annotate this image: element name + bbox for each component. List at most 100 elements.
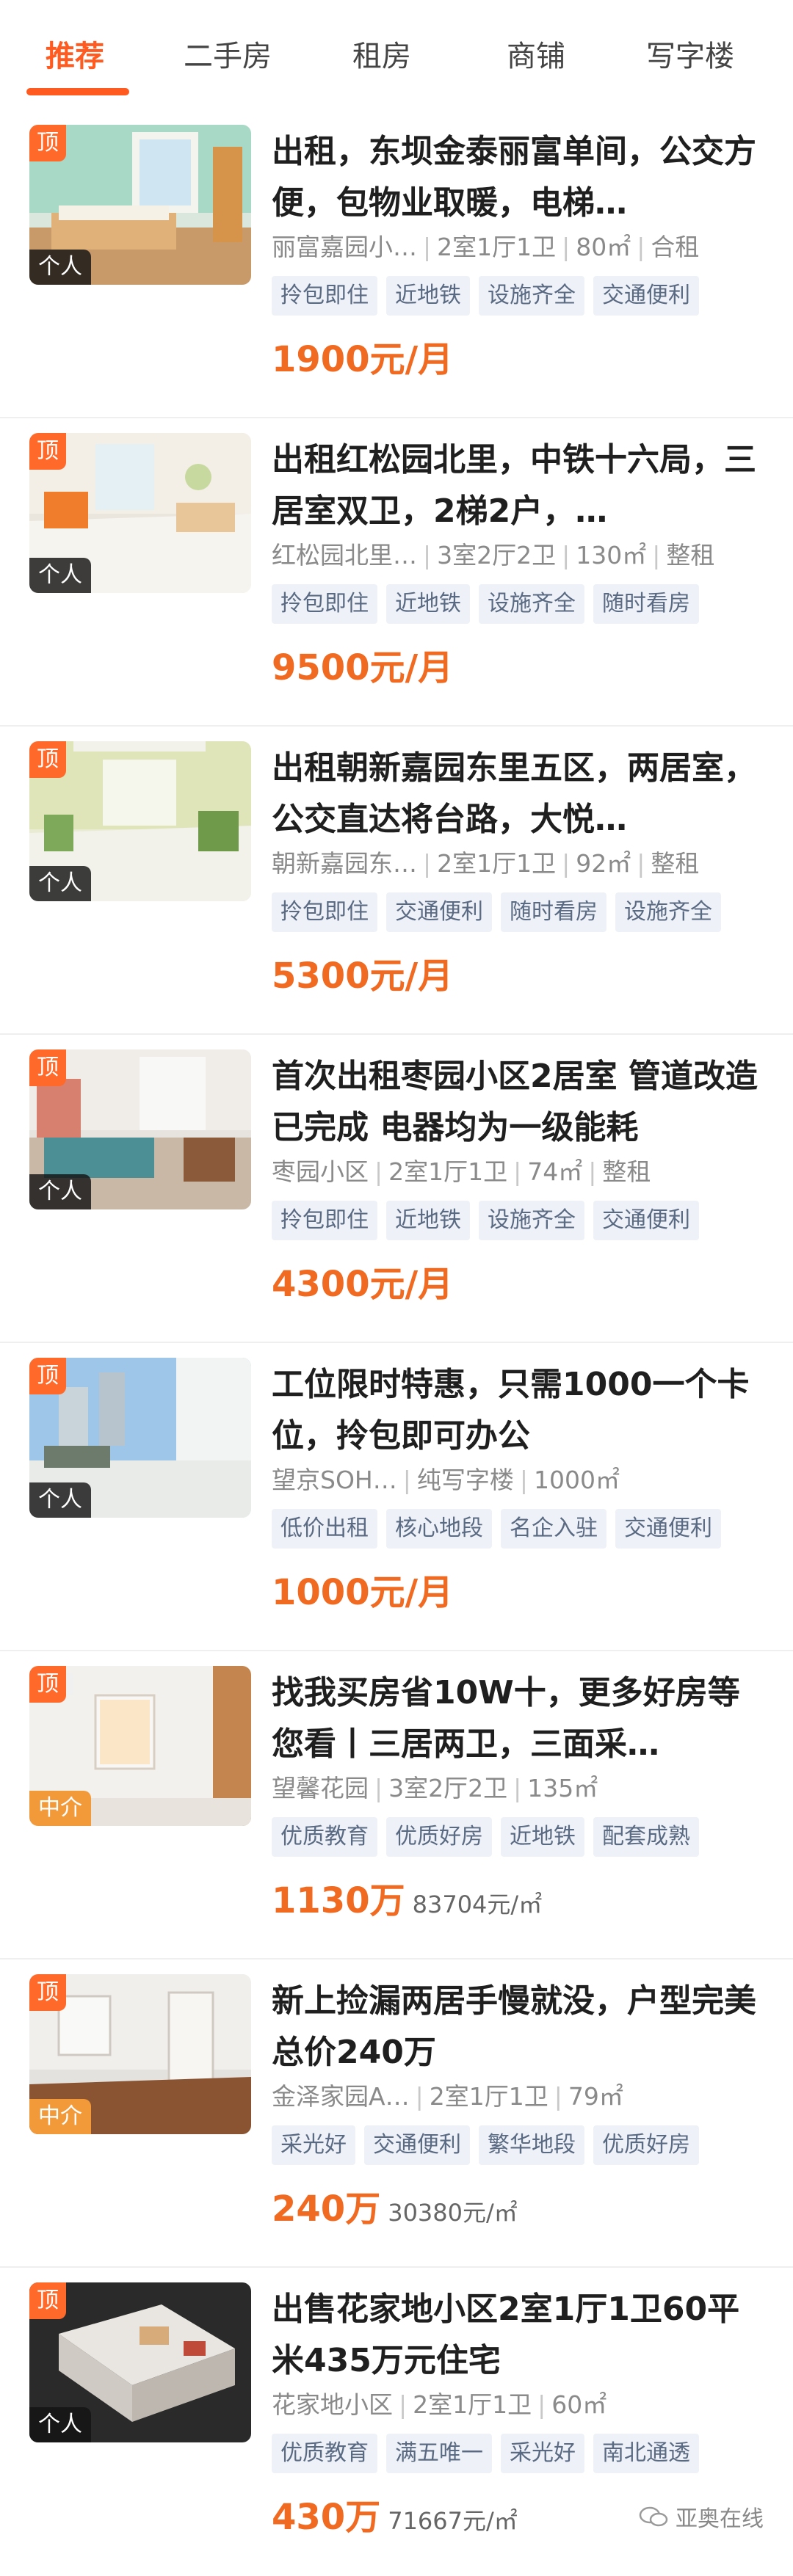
listing-meta: 丽富嘉园小… | 2室1厅1卫 | 80㎡ | 合租 bbox=[272, 233, 700, 261]
meta-rent-type: 合租 bbox=[651, 233, 700, 261]
listing-title[interactable]: 出售花家地小区2室1厅1卫60平米435万元住宅 bbox=[272, 2284, 760, 2387]
listing-item[interactable]: 顶 中介 新上捡漏两居手慢就没，户型完美总价240万 金泽家园A… | 2室1厅1卫… bbox=[0, 1960, 793, 2268]
listing-title[interactable]: 工位限时特惠，只需1000一个卡位，拎包即可办公 bbox=[272, 1359, 760, 1462]
tab-rental[interactable]: 租房 bbox=[352, 32, 411, 75]
feature-tag: 优质教育 bbox=[272, 2434, 377, 2473]
meta-area: 92㎡ bbox=[576, 849, 631, 878]
listing-meta: 枣园小区 | 2室1厅1卫 | 74㎡ | 整租 bbox=[272, 1157, 651, 1186]
meta-rent-type: 整租 bbox=[602, 1157, 651, 1186]
listing-item[interactable]: 顶 个人 出租红松园北里，中铁十六局，三居室双卫，2梯2户，… 红松园北里… | 3… bbox=[0, 418, 793, 727]
top-badge: 顶 bbox=[29, 433, 66, 470]
feature-tag: 拎包即住 bbox=[272, 1201, 377, 1240]
listing-title[interactable]: 新上捡漏两居手慢就没，户型完美总价240万 bbox=[272, 1976, 760, 2078]
feature-tag: 设施齐全 bbox=[615, 892, 721, 932]
feature-tag: 近地铁 bbox=[386, 276, 470, 316]
meta-layout: 2室1厅1卫 bbox=[429, 2082, 548, 2111]
feature-tag: 核心地段 bbox=[386, 1509, 492, 1549]
meta-rent-type: 整租 bbox=[666, 541, 715, 570]
meta-area: 1000㎡ bbox=[534, 1466, 620, 1494]
listing-meta: 朝新嘉园东… | 2室1厅1卫 | 92㎡ | 整租 bbox=[272, 849, 700, 878]
listing-price: 9500元/月 bbox=[272, 638, 453, 690]
meta-layout: 2室1厅1卫 bbox=[437, 233, 557, 261]
feature-tag: 配套成熟 bbox=[593, 1817, 699, 1857]
meta-property-type: 纯写字楼 bbox=[416, 1466, 514, 1494]
meta-building: 望京SOH… bbox=[272, 1466, 397, 1494]
source-badge: 中介 bbox=[29, 1791, 91, 1826]
listing-item[interactable]: 顶 个人 出租，东坝金泰丽富单间，公交方便，包物业取暖，电梯… 丽富嘉园小… | 2… bbox=[0, 110, 793, 418]
listing-title[interactable]: 出租朝新嘉园东里五区，两居室，公交直达将台路，大悦… bbox=[272, 743, 760, 845]
tab-office[interactable]: 写字楼 bbox=[646, 32, 734, 75]
feature-tag: 拎包即住 bbox=[272, 892, 377, 932]
listing-tags: 采光好 交通便利 繁华地段 优质好房 bbox=[272, 2125, 778, 2166]
price-value: 1130万 bbox=[272, 1880, 405, 1921]
listing-item[interactable]: 顶 中介 找我买房省10W十，更多好房等您看丨三居两卫，三面采… 望馨花园 | 3室… bbox=[0, 1651, 793, 1960]
feature-tag: 低价出租 bbox=[272, 1509, 377, 1549]
watermark-text: 亚奥在线 bbox=[676, 2506, 764, 2532]
listing-price: 5300元/月 bbox=[272, 947, 453, 998]
listing-photo[interactable]: 顶 个人 bbox=[29, 741, 251, 901]
feature-tag: 拎包即住 bbox=[272, 276, 377, 316]
listing-meta: 花家地小区 | 2室1厅1卫 | 60㎡ bbox=[272, 2390, 607, 2419]
tab-recommended[interactable]: 推荐 bbox=[46, 32, 104, 75]
meta-community: 朝新嘉园东… bbox=[272, 849, 417, 878]
listing-photo[interactable]: 顶 个人 bbox=[29, 1358, 251, 1518]
listing-title[interactable]: 出租，东坝金泰丽富单间，公交方便，包物业取暖，电梯… bbox=[272, 126, 760, 229]
listing-photo[interactable]: 顶 中介 bbox=[29, 1974, 251, 2134]
listing-tags: 拎包即住 近地铁 设施齐全 交通便利 bbox=[272, 276, 778, 317]
listing-photo[interactable]: 顶 中介 bbox=[29, 1666, 251, 1826]
top-badge: 顶 bbox=[29, 1974, 66, 2011]
feature-tag: 采光好 bbox=[501, 2434, 584, 2473]
meta-community: 望馨花园 bbox=[272, 1774, 369, 1802]
listing-price: 430万 71667元/㎡ bbox=[272, 2488, 518, 2539]
meta-area: 74㎡ bbox=[527, 1157, 583, 1186]
listing-title[interactable]: 首次出租枣园小区2居室 管道改造已完成 电器均为一级能耗 bbox=[272, 1051, 760, 1154]
feature-tag: 南北通透 bbox=[593, 2434, 699, 2473]
meta-layout: 3室2厅2卫 bbox=[437, 541, 557, 570]
feature-tag: 交通便利 bbox=[593, 1201, 699, 1240]
feature-tag: 繁华地段 bbox=[479, 2125, 584, 2165]
meta-layout: 2室1厅1卫 bbox=[413, 2390, 532, 2419]
listing-tags: 优质教育 满五唯一 采光好 南北通透 bbox=[272, 2434, 778, 2475]
feature-tag: 设施齐全 bbox=[479, 1201, 584, 1240]
source-badge: 个人 bbox=[29, 1174, 91, 1209]
listing-photo[interactable]: 顶 个人 bbox=[29, 125, 251, 285]
tab-second-hand[interactable]: 二手房 bbox=[184, 32, 272, 75]
meta-layout: 3室2厅2卫 bbox=[388, 1774, 508, 1802]
listing-tags: 拎包即住 近地铁 设施齐全 随时看房 bbox=[272, 584, 778, 625]
listing-item[interactable]: 顶 个人 出租朝新嘉园东里五区，两居室，公交直达将台路，大悦… 朝新嘉园东… | 2… bbox=[0, 727, 793, 1035]
listing-meta: 望京SOH… | 纯写字楼 | 1000㎡ bbox=[272, 1466, 620, 1494]
listing-price: 4300元/月 bbox=[272, 1255, 453, 1306]
listing-price: 1000元/月 bbox=[272, 1563, 453, 1615]
feature-tag: 随时看房 bbox=[593, 584, 699, 624]
feature-tag: 随时看房 bbox=[501, 892, 606, 932]
feature-tag: 近地铁 bbox=[501, 1817, 584, 1857]
listing-title[interactable]: 出租红松园北里，中铁十六局，三居室双卫，2梯2户，… bbox=[272, 434, 760, 537]
wechat-icon bbox=[639, 2506, 668, 2527]
listing-item[interactable]: 顶 个人 工位限时特惠，只需1000一个卡位，拎包即可办公 望京SOH… | 纯写字… bbox=[0, 1343, 793, 1651]
listing-photo[interactable]: 顶 个人 bbox=[29, 2282, 251, 2442]
price-value: 4300元/月 bbox=[272, 1264, 454, 1305]
meta-rent-type: 整租 bbox=[651, 849, 700, 878]
feature-tag: 交通便利 bbox=[386, 892, 492, 932]
listing-photo[interactable]: 顶 个人 bbox=[29, 433, 251, 593]
feature-tag: 名企入驻 bbox=[501, 1509, 606, 1549]
listing-price: 1900元/月 bbox=[272, 330, 453, 382]
listing-tags: 优质教育 优质好房 近地铁 配套成熟 bbox=[272, 1817, 778, 1858]
feature-tag: 满五唯一 bbox=[386, 2434, 492, 2473]
source-badge: 中介 bbox=[29, 2099, 91, 2134]
meta-area: 80㎡ bbox=[576, 233, 631, 261]
tab-shops[interactable]: 商铺 bbox=[507, 32, 565, 75]
meta-community: 金泽家园A… bbox=[272, 2082, 410, 2111]
price-value: 240万 bbox=[272, 2188, 381, 2230]
listing-price: 1130万 83704元/㎡ bbox=[272, 1871, 542, 1923]
feature-tag: 交通便利 bbox=[364, 2125, 470, 2165]
feature-tag: 拎包即住 bbox=[272, 584, 377, 624]
listing-feed: 顶 个人 出租，东坝金泰丽富单间，公交方便，包物业取暖，电梯… 丽富嘉园小… | 2… bbox=[0, 110, 793, 2576]
unit-price: 30380元/㎡ bbox=[388, 2199, 518, 2227]
listing-photo[interactable]: 顶 个人 bbox=[29, 1049, 251, 1209]
listing-title[interactable]: 找我买房省10W十，更多好房等您看丨三居两卫，三面采… bbox=[272, 1667, 760, 1770]
listing-item[interactable]: 顶 个人 首次出租枣园小区2居室 管道改造已完成 电器均为一级能耗 枣园小区 | 2… bbox=[0, 1035, 793, 1343]
listing-price: 240万 30380元/㎡ bbox=[272, 2180, 518, 2231]
feature-tag: 交通便利 bbox=[593, 276, 699, 316]
meta-area: 60㎡ bbox=[551, 2390, 607, 2419]
